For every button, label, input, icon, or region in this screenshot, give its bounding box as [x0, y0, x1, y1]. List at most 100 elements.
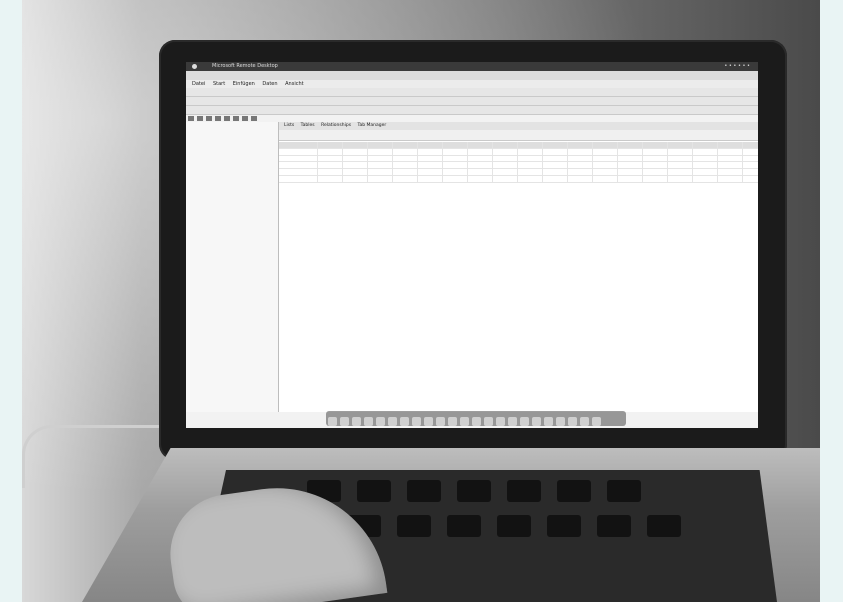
table-cell[interactable] [443, 155, 468, 162]
dock-app-icon[interactable] [520, 417, 529, 426]
table-cell[interactable] [468, 148, 493, 155]
keyboard-key[interactable] [407, 480, 441, 502]
table-cell[interactable] [718, 169, 743, 175]
table-cell[interactable] [493, 175, 518, 182]
menubar-status-items[interactable]: • • • • • • [724, 63, 750, 70]
table-cell[interactable] [279, 175, 318, 182]
table-cell[interactable] [393, 148, 418, 155]
table-cell[interactable] [543, 162, 568, 169]
table-cell[interactable] [343, 175, 368, 182]
table-cell[interactable] [518, 162, 543, 169]
table-cell[interactable] [643, 169, 668, 175]
dock-app-icon[interactable] [412, 417, 421, 426]
table-cell[interactable] [743, 149, 758, 155]
table-cell[interactable] [418, 148, 443, 155]
column-header[interactable] [393, 142, 418, 148]
toolbar-icon[interactable] [224, 116, 230, 121]
column-header[interactable] [743, 142, 758, 148]
keyboard-key[interactable] [497, 515, 531, 537]
table-cell[interactable] [718, 155, 743, 162]
table-cell[interactable] [518, 169, 543, 175]
dock-app-icon[interactable] [580, 417, 589, 426]
table-cell[interactable] [368, 148, 393, 155]
column-header[interactable] [493, 142, 518, 148]
column-header[interactable] [468, 142, 493, 148]
dock-app-icon[interactable] [436, 417, 445, 426]
table-cell[interactable] [318, 162, 343, 169]
column-header[interactable] [693, 142, 718, 148]
table-cell[interactable] [493, 162, 518, 169]
dock-app-icon[interactable] [340, 417, 349, 426]
table-cell[interactable] [743, 162, 758, 168]
column-header[interactable] [593, 142, 618, 148]
table-cell[interactable] [693, 148, 718, 155]
table-cell[interactable] [693, 162, 718, 169]
table-cell[interactable] [343, 148, 368, 155]
keyboard-key[interactable] [457, 480, 491, 502]
table-cell[interactable] [418, 155, 443, 162]
keyboard-key[interactable] [507, 480, 541, 502]
table-cell[interactable] [318, 148, 343, 155]
dock-app-icon[interactable] [472, 417, 481, 426]
keyboard-key[interactable] [447, 515, 481, 537]
table-cell[interactable] [493, 169, 518, 175]
table-cell[interactable] [343, 169, 368, 175]
table-cell[interactable] [279, 162, 318, 169]
column-header[interactable] [543, 142, 568, 148]
table-cell[interactable] [443, 169, 468, 175]
table-cell[interactable] [418, 169, 443, 175]
table-cell[interactable] [393, 175, 418, 182]
table-cell[interactable] [318, 155, 343, 162]
table-cell[interactable] [443, 162, 468, 169]
keyboard-key[interactable] [547, 515, 581, 537]
toolbar-icon[interactable] [197, 116, 203, 121]
dock-app-icon[interactable] [556, 417, 565, 426]
table-cell[interactable] [318, 169, 343, 175]
table-cell[interactable] [643, 148, 668, 155]
column-header[interactable] [618, 142, 643, 148]
column-header[interactable] [343, 142, 368, 148]
toolbar-icon[interactable] [242, 116, 248, 121]
keyboard-key[interactable] [357, 480, 391, 502]
table-cell[interactable] [593, 162, 618, 169]
dock-app-icon[interactable] [328, 417, 337, 426]
dock-app-icon[interactable] [364, 417, 373, 426]
table-cell[interactable] [618, 175, 643, 182]
dock-app-icon[interactable] [496, 417, 505, 426]
table-cell[interactable] [618, 155, 643, 162]
tab[interactable]: Tables [301, 123, 315, 128]
keyboard-key[interactable] [557, 480, 591, 502]
table-cell[interactable] [543, 148, 568, 155]
table-cell[interactable] [318, 175, 343, 182]
table-cell[interactable] [518, 148, 543, 155]
column-header[interactable] [318, 142, 343, 148]
table-cell[interactable] [279, 169, 318, 175]
toolbar-icon[interactable] [206, 116, 212, 121]
keyboard-key[interactable] [607, 480, 641, 502]
table-cell[interactable] [643, 155, 668, 162]
table-cell[interactable] [443, 148, 468, 155]
menu-item[interactable]: Einfügen [233, 81, 255, 87]
column-header[interactable] [518, 142, 543, 148]
table-cell[interactable] [368, 162, 393, 169]
dock-app-icon[interactable] [508, 417, 517, 426]
table-cell[interactable] [418, 175, 443, 182]
table-cell[interactable] [493, 155, 518, 162]
dock-app-icon[interactable] [424, 417, 433, 426]
table-cell[interactable] [468, 175, 493, 182]
table-cell[interactable] [668, 175, 693, 182]
table-cell[interactable] [279, 155, 318, 162]
keyboard-key[interactable] [597, 515, 631, 537]
dock-app-icon[interactable] [592, 417, 601, 426]
menu-item[interactable]: Daten [262, 81, 277, 87]
table-cell[interactable] [668, 148, 693, 155]
table-cell[interactable] [393, 169, 418, 175]
table-cell[interactable] [543, 169, 568, 175]
column-header[interactable] [418, 142, 443, 148]
table-cell[interactable] [393, 155, 418, 162]
table-cell[interactable] [668, 169, 693, 175]
dock-app-icon[interactable] [460, 417, 469, 426]
table-cell[interactable] [693, 169, 718, 175]
table-cell[interactable] [468, 155, 493, 162]
table-cell[interactable] [368, 155, 393, 162]
